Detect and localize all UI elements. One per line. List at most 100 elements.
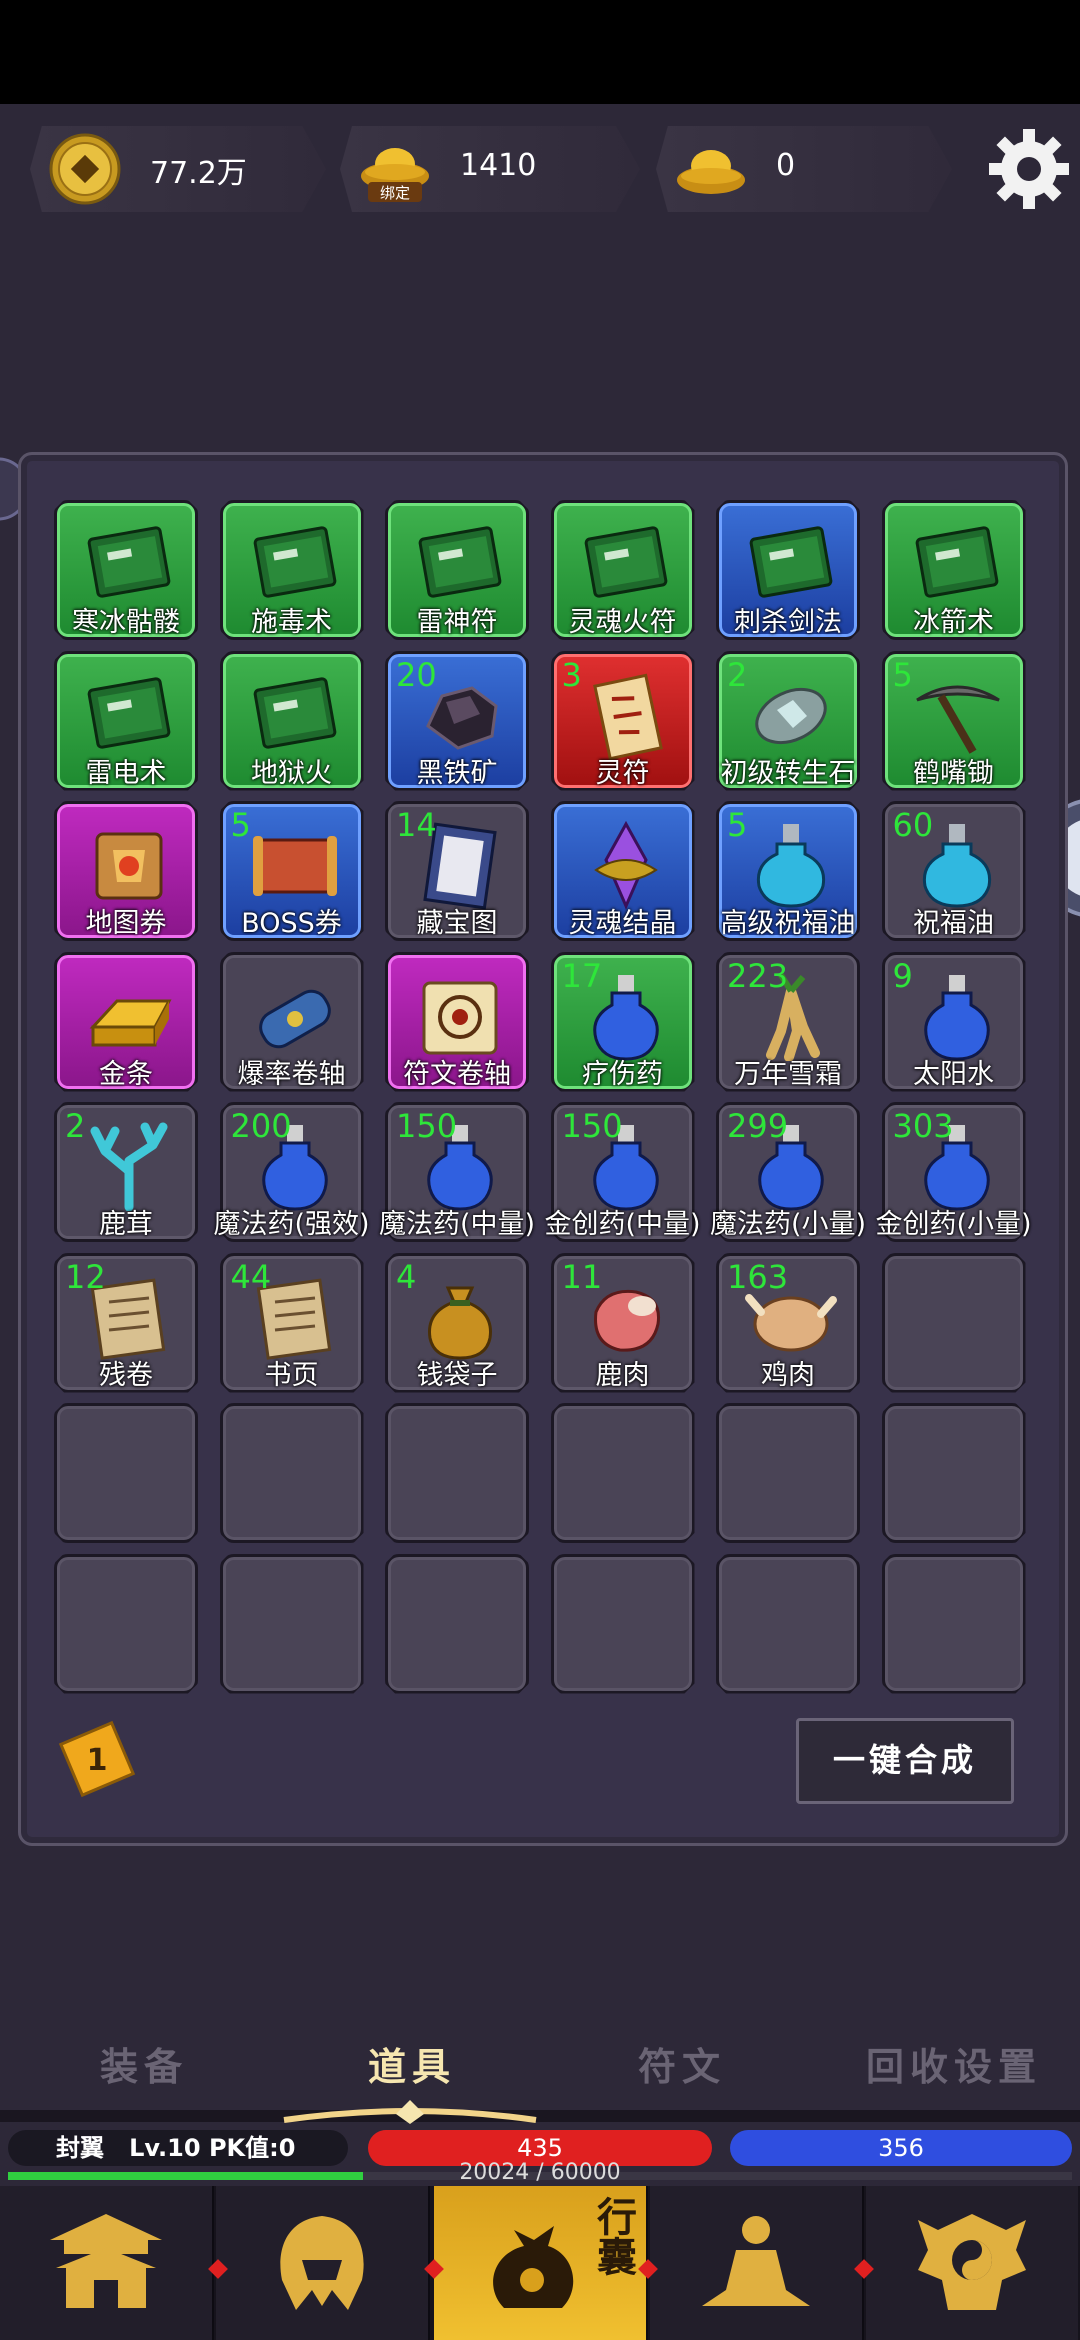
- skill-book-icon: [418, 526, 502, 598]
- nav-helmet[interactable]: [216, 2186, 430, 2340]
- skill-book-icon: [253, 676, 336, 749]
- item-name: 万年雪霜: [734, 1058, 842, 1090]
- item-name: 书页: [264, 1359, 319, 1391]
- nav-bag[interactable]: 行囊: [434, 2186, 648, 2340]
- merge-all-button[interactable]: 一键合成: [796, 1718, 1014, 1804]
- item-name: 寒冰骷髅: [72, 607, 180, 638]
- empty-slot[interactable]: [550, 1553, 695, 1694]
- item-count: 44: [230, 1257, 272, 1296]
- active-tab-indicator: [283, 2100, 537, 2124]
- copper-currency: 77.2万: [30, 126, 326, 212]
- item-name: 灵魂结晶: [568, 908, 677, 939]
- empty-slot[interactable]: [550, 1403, 695, 1543]
- empty-slot[interactable]: [716, 1403, 860, 1543]
- item-name: 黑铁矿: [416, 757, 498, 789]
- bag-tabs: 装备 道具 符文 回收设置: [0, 2036, 1080, 2100]
- empty-slot[interactable]: [881, 1403, 1026, 1543]
- item-name: 刺杀剑法: [734, 607, 842, 638]
- item-name: 太阳水: [913, 1058, 994, 1090]
- item-count: 4: [396, 1257, 417, 1296]
- bound-gold-value: 1410: [460, 148, 537, 183]
- scroll-icon: [258, 989, 331, 1048]
- empty-slot[interactable]: [54, 1553, 198, 1694]
- tab-items[interactable]: 道具: [368, 2036, 456, 2091]
- item-count: 2: [727, 655, 748, 694]
- tab-runes[interactable]: 符文: [638, 2036, 726, 2091]
- item-count: 17: [561, 956, 603, 995]
- item-name: 藏宝图: [416, 908, 498, 939]
- item-count: 3: [561, 655, 582, 694]
- rune-scroll-icon: [422, 981, 498, 1054]
- gold-bar-icon: [89, 999, 172, 1046]
- empty-slot[interactable]: [54, 1403, 198, 1543]
- tab-equipment[interactable]: 装备: [100, 2036, 188, 2091]
- item-count: 14: [396, 806, 437, 844]
- bound-gold-ingot-icon: 绑定: [361, 148, 429, 202]
- item-name: 鸡肉: [761, 1359, 815, 1391]
- empty-slot[interactable]: [881, 1252, 1026, 1393]
- rebirth-stone-icon: [755, 687, 827, 744]
- gold-ingot-icon: [677, 150, 745, 194]
- map-scroll-icon: [95, 832, 163, 900]
- player-level: Lv.10: [129, 2134, 201, 2162]
- gold-currency: 0: [656, 126, 952, 212]
- nav-town[interactable]: [0, 2186, 214, 2340]
- item-name: 鹿肉: [595, 1359, 650, 1391]
- nav-meditation[interactable]: [650, 2186, 864, 2340]
- pickaxe-icon: [915, 685, 1000, 754]
- bound-gold-currency: 绑定 1410: [340, 126, 640, 212]
- item-name: 魔法药(强效): [213, 1209, 370, 1240]
- item-name: 灵魂火符: [568, 607, 677, 638]
- bound-badge: 绑定: [380, 184, 410, 202]
- page-indicator[interactable]: 1: [56, 1718, 138, 1800]
- item-count: 150: [561, 1107, 623, 1145]
- item-name: 爆率卷轴: [237, 1058, 346, 1090]
- mp-value: 356: [878, 2134, 924, 2162]
- empty-slot[interactable]: [219, 1553, 364, 1694]
- gold-value: 0: [776, 148, 796, 183]
- item-name: 金创药(小量): [875, 1209, 1032, 1240]
- item-name: 初级转生石: [720, 757, 856, 789]
- taiji-icon: [918, 2214, 1026, 2310]
- skill-book-icon: [749, 526, 833, 598]
- item-count: 150: [396, 1107, 458, 1145]
- empty-slot[interactable]: [881, 1553, 1026, 1694]
- money-bag-icon: [428, 1286, 492, 1360]
- item-count: 20: [396, 655, 437, 694]
- item-name: 雷神符: [416, 607, 498, 638]
- item-name: BOSS券: [241, 908, 342, 939]
- item-name: 施毒术: [251, 607, 332, 638]
- potion-icon: [923, 974, 990, 1061]
- item-count: 299: [727, 1107, 789, 1145]
- item-name: 冰箭术: [913, 607, 994, 638]
- hp-value: 435: [517, 2134, 563, 2162]
- item-name: 雷电术: [85, 757, 167, 789]
- skill-book-icon: [87, 526, 171, 598]
- antler-icon: [90, 1122, 168, 1211]
- item-name: 魔法药(中量): [378, 1209, 536, 1240]
- boss-scroll-icon: [252, 836, 337, 896]
- item-name: 祝福油: [913, 908, 994, 939]
- item-name: 灵符: [595, 757, 650, 789]
- crystal-icon: [593, 820, 658, 910]
- tab-recycle-settings[interactable]: 回收设置: [866, 2036, 1042, 2091]
- helmet-icon: [280, 2216, 364, 2310]
- copper-value: 77.2万: [150, 156, 247, 191]
- meditation-icon: [702, 2216, 810, 2306]
- status-bar: [0, 0, 1080, 104]
- item-name: 鹿茸: [99, 1209, 153, 1240]
- item-count: 5: [727, 806, 748, 844]
- item-name: 残卷: [99, 1359, 153, 1391]
- empty-slot[interactable]: [385, 1403, 529, 1543]
- talisman-icon: [592, 673, 663, 760]
- gear-icon[interactable]: [985, 120, 1073, 218]
- skill-book-icon: [253, 526, 336, 598]
- skill-book-icon: [87, 676, 171, 749]
- empty-slot[interactable]: [385, 1553, 529, 1694]
- item-name: 高级祝福油: [720, 908, 856, 939]
- blessing-oil-icon: [756, 824, 826, 908]
- empty-slot[interactable]: [716, 1553, 860, 1694]
- item-count: 12: [65, 1257, 106, 1296]
- empty-slot[interactable]: [219, 1403, 364, 1543]
- nav-taiji[interactable]: [866, 2186, 1078, 2340]
